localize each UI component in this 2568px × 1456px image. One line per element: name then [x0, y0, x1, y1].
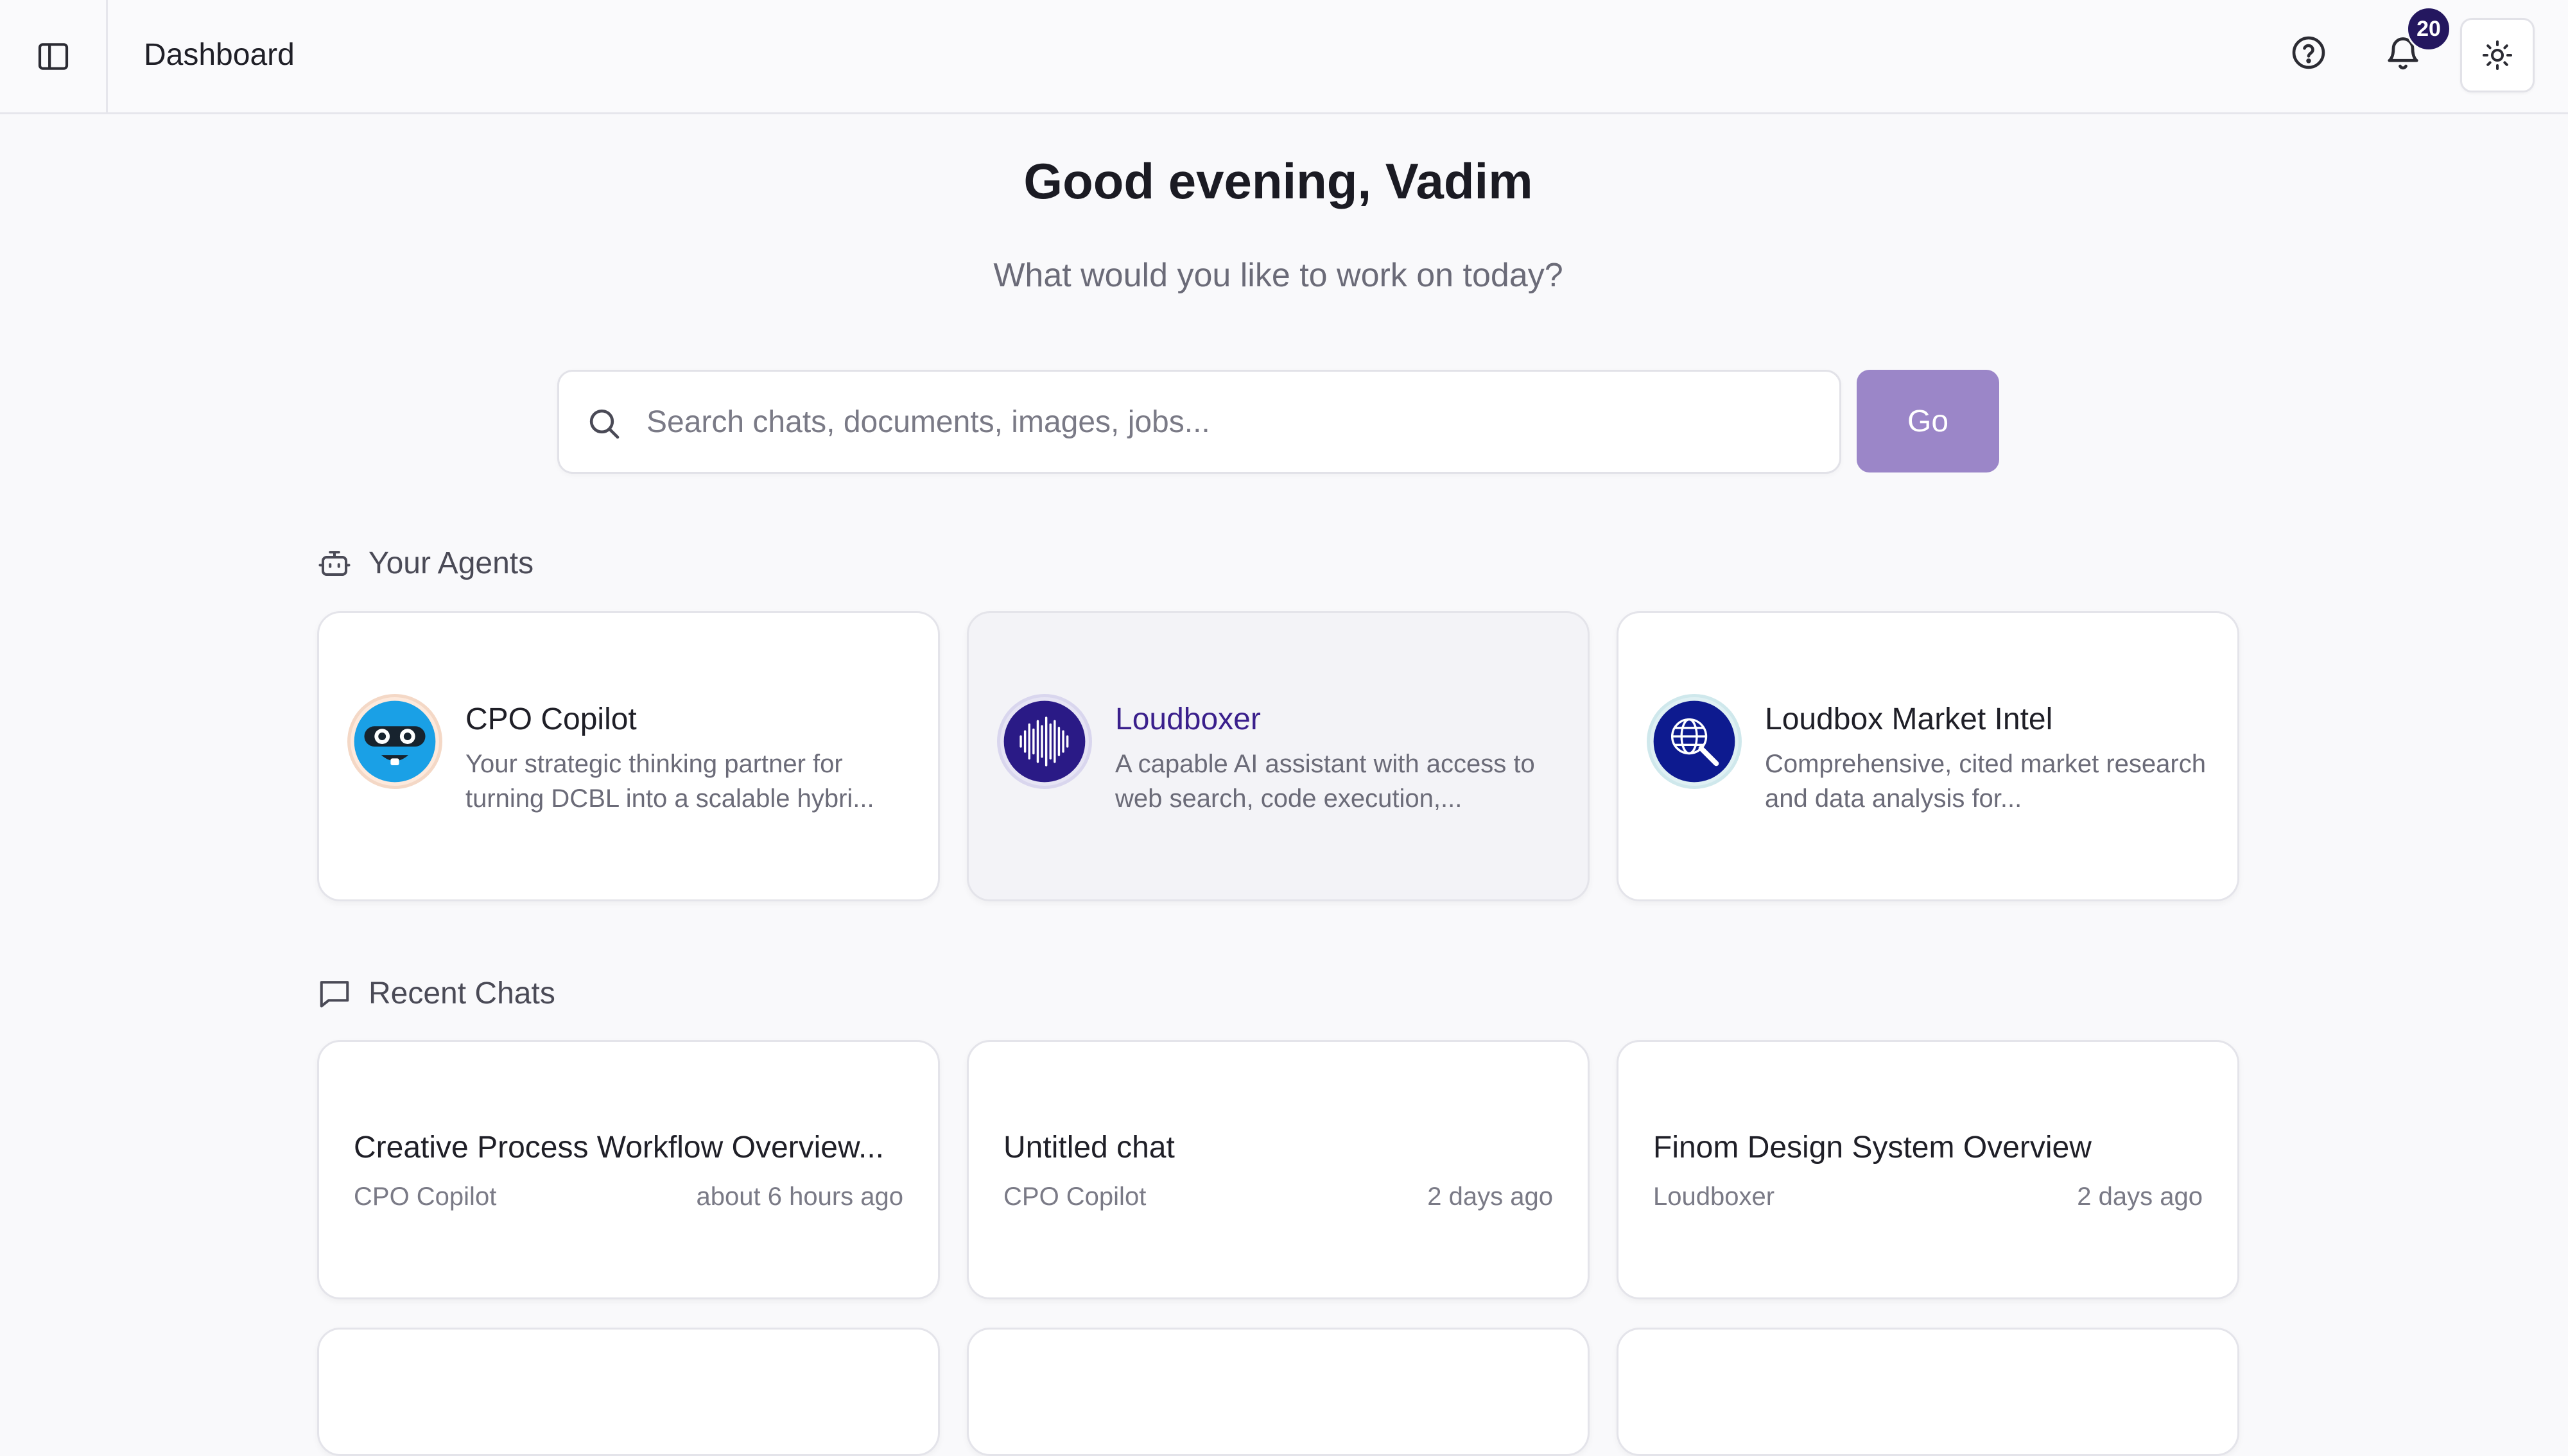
chat-card[interactable]: Creative Process Workflow Overview... CP… — [317, 1040, 940, 1299]
agent-name: Loudboxer — [1115, 702, 1261, 736]
agent-card-cpo-copilot[interactable]: CPO Copilot Your strategic thinking part… — [317, 611, 940, 901]
agent-avatar — [1647, 694, 1742, 789]
bot-icon — [318, 551, 351, 576]
agent-name: CPO Copilot — [465, 702, 637, 736]
theme-toggle-button[interactable] — [2460, 18, 2535, 92]
greeting-heading: Good evening, Vadim — [1023, 153, 1533, 209]
chat-timestamp: about 6 hours ago — [696, 1183, 903, 1211]
chat-card[interactable]: Untitled chat CPO Copilot 2 days ago — [967, 1040, 1590, 1299]
sound-wave-avatar-icon — [1003, 700, 1086, 783]
agent-avatar — [347, 694, 442, 789]
agent-description: A capable AI assistant with access to we… — [1115, 750, 1535, 813]
search-input[interactable] — [646, 391, 1815, 453]
agent-card-loudboxer[interactable]: Loudboxer A capable AI assistant with ac… — [967, 611, 1590, 901]
agent-card-loudbox-market-intel[interactable]: Loudbox Market Intel Comprehensive, cite… — [1617, 611, 2239, 901]
greeting-subtitle: What would you like to work on today? — [993, 257, 1563, 294]
search-icon — [589, 409, 620, 439]
globe-magnifier-avatar-icon — [1653, 700, 1735, 783]
agent-description: Your strategic thinking partner for turn… — [465, 750, 874, 813]
chat-title: Finom Design System Overview — [1653, 1131, 2092, 1165]
search-box[interactable] — [557, 370, 1841, 474]
chats-section-label: Recent Chats — [369, 976, 555, 1010]
chat-timestamp: 2 days ago — [1427, 1183, 1553, 1211]
chat-title: Untitled chat — [1003, 1131, 1175, 1165]
agents-section-label: Your Agents — [369, 546, 534, 580]
agent-avatar — [997, 694, 1092, 789]
chat-card-partial[interactable] — [967, 1328, 1590, 1456]
sidebar-toggle-icon — [38, 43, 68, 70]
chat-title: Creative Process Workflow Overview... — [354, 1131, 885, 1165]
notification-count-badge: 20 — [2406, 6, 2451, 51]
sun-icon — [2483, 40, 2512, 70]
top-bar: Dashboard 20 — [0, 0, 2568, 114]
chats-section-header: Recent Chats — [317, 971, 555, 1016]
go-button[interactable]: Go — [1857, 370, 1999, 472]
agents-section-header: Your Agents — [317, 541, 534, 585]
agent-name: Loudbox Market Intel — [1765, 702, 2053, 736]
page-title: Dashboard — [144, 38, 295, 72]
chat-timestamp: 2 days ago — [2077, 1183, 2203, 1211]
chat-card-partial[interactable] — [317, 1328, 940, 1456]
chat-card[interactable]: Finom Design System Overview Loudboxer 2… — [1617, 1040, 2239, 1299]
robot-face-avatar-icon — [354, 700, 436, 783]
help-button[interactable] — [2289, 33, 2328, 72]
chat-agent: CPO Copilot — [354, 1183, 497, 1211]
agent-description: Comprehensive, cited market research and… — [1765, 750, 2206, 813]
chat-bubble-icon — [320, 981, 349, 1008]
sidebar-toggle-button[interactable] — [0, 0, 108, 113]
chat-card-partial[interactable] — [1617, 1328, 2239, 1456]
chat-agent: Loudboxer — [1653, 1183, 1775, 1211]
chat-agent: CPO Copilot — [1003, 1183, 1147, 1211]
help-icon — [2292, 36, 2325, 69]
